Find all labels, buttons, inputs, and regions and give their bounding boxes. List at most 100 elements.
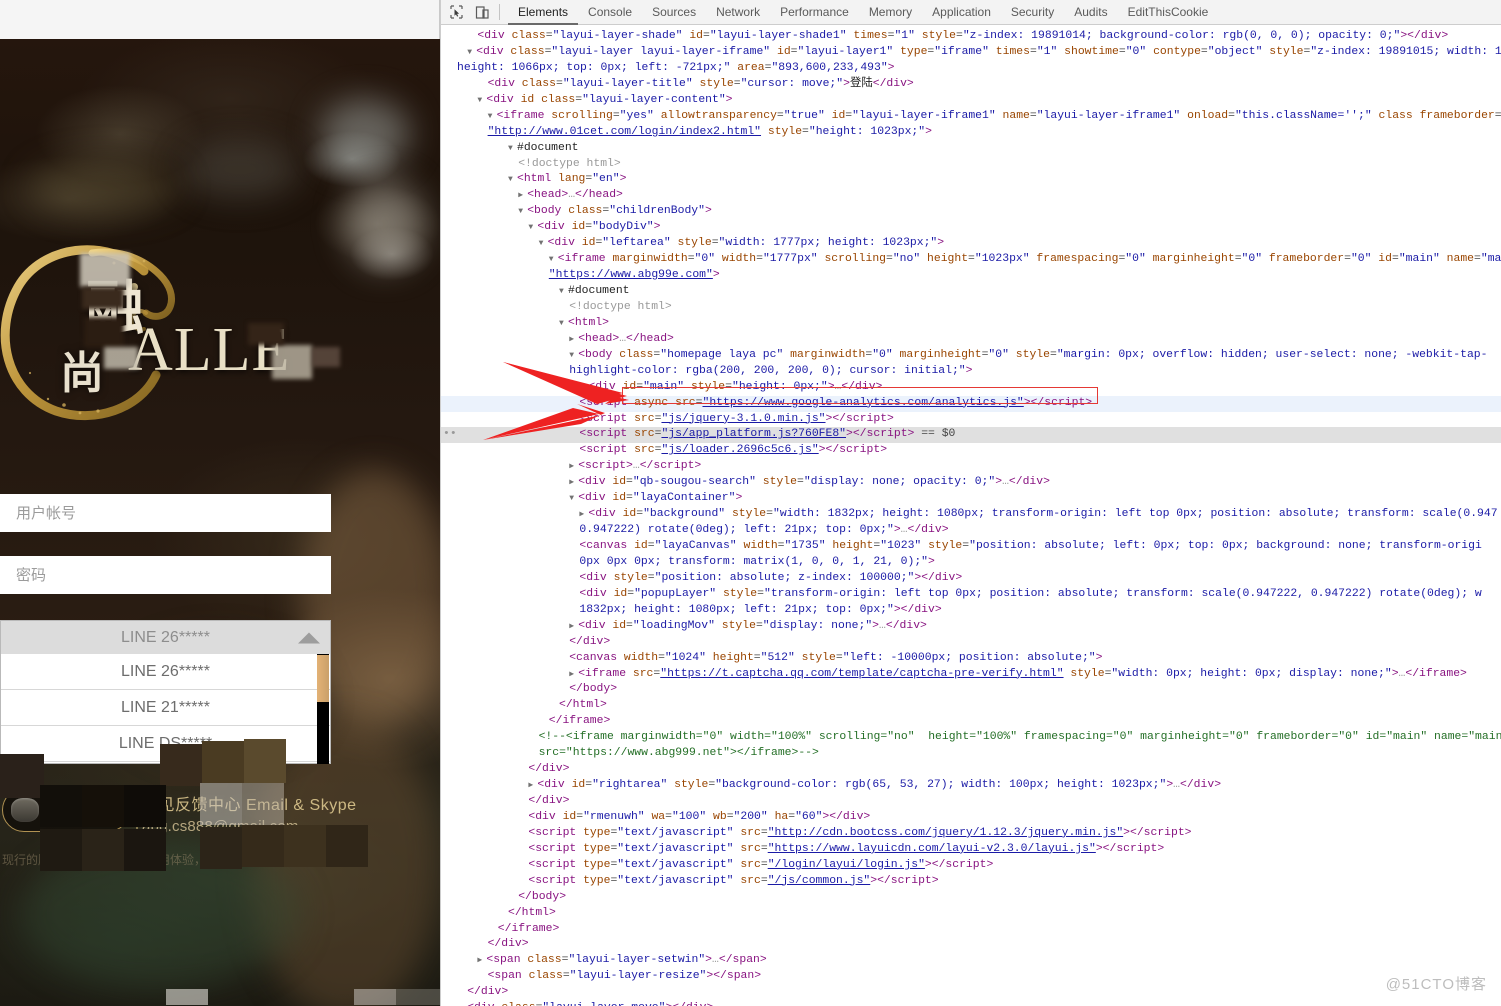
dom-tree-line[interactable]: </iframe> [441, 714, 1501, 730]
dom-tree-line[interactable]: ▶ <div id="loadingMov" style="display: no… [441, 619, 1501, 635]
chevron-down-icon[interactable]: ▼ [518, 204, 527, 220]
dom-tree-line[interactable]: <div class="layui-layer-shade" id="layui… [441, 29, 1501, 45]
dom-tree-line[interactable]: 1832px; height: 1080px; left: 21px; top:… [441, 603, 1501, 619]
dom-tree-line[interactable]: </html> [441, 698, 1501, 714]
dom-tree-line[interactable]: height: 1066px; top: 0px; left: -721px;"… [441, 61, 1501, 77]
dom-tree-line[interactable]: <script async src="https://www.google-an… [441, 395, 1501, 412]
tab-sources[interactable]: Sources [642, 0, 706, 25]
dom-tree-line[interactable]: <div id="popupLayer" style="transform-or… [441, 587, 1501, 603]
dom-tree-line[interactable]: </body> [441, 682, 1501, 698]
dom-tree-line[interactable]: </html> [441, 906, 1501, 922]
password-input[interactable] [0, 556, 331, 594]
tab-network[interactable]: Network [706, 0, 770, 25]
dom-tree-line[interactable]: <div class="layui-layer-title" style="cu… [441, 77, 1501, 93]
dom-tree-line[interactable]: ▼ #document [441, 284, 1501, 300]
chevron-down-icon[interactable]: ▼ [559, 316, 568, 332]
dom-tree-line[interactable]: ▼ <html> [441, 316, 1501, 332]
dom-tree-line[interactable]: ▼ <html lang="en"> [441, 172, 1501, 188]
login-page-pane: 融 尚 ALLE LINE 26***** [0, 0, 440, 1006]
dom-tree-line[interactable]: ▶ <span class="layui-layer-setwin">…</spa… [441, 953, 1501, 969]
dom-tree-line[interactable]: <canvas width="1024" height="512" style=… [441, 651, 1501, 667]
chevron-down-icon[interactable]: ▼ [508, 172, 517, 188]
dom-tree-line[interactable]: <script type="text/javascript" src="http… [441, 842, 1501, 858]
dom-tree-line[interactable]: "http://www.01cet.com/login/index2.html"… [441, 125, 1501, 141]
tab-application[interactable]: Application [922, 0, 1001, 25]
dom-tree-line[interactable]: src="https://www.abg999.net"></iframe>--… [441, 746, 1501, 762]
dom-tree-line[interactable]: ▼ <div id="bodyDiv"> [441, 220, 1501, 236]
dom-tree-line[interactable]: <script type="text/javascript" src="http… [441, 826, 1501, 842]
dom-tree-line[interactable]: <div class="layui-layer-move"></div> [441, 1001, 1501, 1006]
dom-tree-line[interactable]: ▼ <body class="homepage laya pc" marginwi… [441, 348, 1501, 364]
mosaic-block [160, 744, 202, 786]
dom-tree-line[interactable]: 0.947222) rotate(0deg); left: 21px; top:… [441, 523, 1501, 539]
dom-tree-line[interactable]: ▶ <div id="main" style="height: 0px;">…</… [441, 380, 1501, 396]
dom-tree-line[interactable]: <span class="layui-layer-resize"></span> [441, 969, 1501, 985]
dom-tree-line[interactable]: </div> [441, 985, 1501, 1001]
dom-tree-line[interactable]: </body> [441, 890, 1501, 906]
dom-tree-line[interactable]: ▶ <script>…</script> [441, 459, 1501, 475]
dom-tree-line[interactable]: highlight-color: rgba(200, 200, 200, 0);… [441, 364, 1501, 380]
dom-tree-line[interactable]: <div id="rmenuwh" wa="100" wb="200" ha="… [441, 810, 1501, 826]
elements-dom-tree[interactable]: <div class="layui-layer-shade" id="layui… [441, 25, 1501, 1006]
chevron-right-icon[interactable]: ▶ [569, 475, 578, 491]
dom-tree-line[interactable]: <script src="js/loader.2696c5c6.js"></sc… [441, 443, 1501, 459]
dom-tree-line[interactable]: •• <script src="js/app_platform.js?760FE8… [441, 427, 1501, 444]
chevron-down-icon[interactable]: ▼ [508, 141, 517, 157]
dom-tree-line[interactable]: ▶ <div id="qb-sougou-search" style="displ… [441, 475, 1501, 491]
dom-tree-line[interactable]: </div> [441, 635, 1501, 651]
list-item[interactable]: LINE 26***** [1, 654, 330, 690]
chevron-down-icon[interactable]: ▼ [539, 236, 548, 252]
tab-memory[interactable]: Memory [859, 0, 922, 25]
dom-tree-line[interactable]: "https://www.abg99e.com"> [441, 268, 1501, 284]
dom-tree-line[interactable]: ▼ <div id="leftarea" style="width: 1777px… [441, 236, 1501, 252]
dom-tree-line[interactable]: 0px 0px 0px; transform: matrix(1, 0, 0, … [441, 555, 1501, 571]
dom-tree-line[interactable]: ▼ #document [441, 141, 1501, 157]
dom-tree-line[interactable]: <!doctype html> [441, 300, 1501, 316]
line-select[interactable]: LINE 26***** [0, 620, 331, 654]
dom-tree-line[interactable]: ▼ <iframe scrolling="yes" allowtransparen… [441, 109, 1501, 125]
dom-tree-line[interactable]: ▶ <head>…</head> [441, 188, 1501, 204]
dom-tree-line[interactable]: ▶ <head>…</head> [441, 332, 1501, 348]
dom-tree-line[interactable]: <script type="text/javascript" src="/log… [441, 858, 1501, 874]
tab-performance[interactable]: Performance [770, 0, 859, 25]
chevron-right-icon[interactable]: ▶ [569, 459, 578, 475]
chevron-right-icon[interactable]: ▶ [518, 188, 527, 204]
cursor-select-icon[interactable] [445, 1, 467, 23]
dom-tree-line[interactable]: <script type="text/javascript" src="/js/… [441, 874, 1501, 890]
dom-tree-line[interactable]: ▼ <div class="layui-layer layui-layer-ifr… [441, 45, 1501, 61]
chevron-right-icon[interactable]: ▶ [569, 667, 578, 683]
chevron-down-icon[interactable]: ▼ [467, 45, 476, 61]
tab-editthiscookie[interactable]: EditThisCookie [1118, 0, 1219, 25]
dom-tree-line[interactable]: ▶ <div id="rightarea" style="background-c… [441, 778, 1501, 794]
dom-tree-line[interactable]: <script src="js/jquery-3.1.0.min.js"></s… [441, 412, 1501, 428]
dropdown-scrollbar-thumb[interactable] [317, 655, 329, 702]
dom-tree-line[interactable]: ▼ <iframe marginwidth="0" width="1777px" … [441, 252, 1501, 268]
dom-tree-line[interactable]: </iframe> [441, 922, 1501, 938]
chevron-down-icon[interactable]: ▼ [559, 284, 568, 300]
chevron-right-icon[interactable]: ▶ [569, 619, 578, 635]
dom-tree-line[interactable]: <div style="position: absolute; z-index:… [441, 571, 1501, 587]
device-toggle-icon[interactable] [471, 1, 493, 23]
tab-audits[interactable]: Audits [1064, 0, 1117, 25]
account-input[interactable] [0, 494, 331, 532]
dom-tree-line[interactable]: ▼ <div id class="layui-layer-content"> [441, 93, 1501, 109]
tab-security[interactable]: Security [1001, 0, 1064, 25]
dom-tree-line[interactable]: ▼ <body class="childrenBody"> [441, 204, 1501, 220]
chevron-down-icon[interactable]: ▼ [549, 252, 558, 268]
dom-tree-line[interactable]: ▶ <iframe src="https://t.captcha.qq.com/t… [441, 667, 1501, 683]
chevron-down-icon[interactable]: ▼ [569, 491, 578, 507]
chevron-right-icon[interactable]: ▶ [569, 332, 578, 348]
dom-tree-line[interactable]: </div> [441, 937, 1501, 953]
list-item[interactable]: LINE 21***** [1, 690, 330, 726]
tab-console[interactable]: Console [578, 0, 642, 25]
dom-tree-line[interactable]: </div> [441, 762, 1501, 778]
chevron-down-icon[interactable]: ▼ [569, 348, 578, 364]
dom-tree-line[interactable]: ▶ <div id="background" style="width: 1832… [441, 507, 1501, 523]
dom-tree-line[interactable]: <!doctype html> [441, 157, 1501, 173]
dom-tree-line[interactable]: </div> [441, 794, 1501, 810]
dom-tree-line[interactable]: <canvas id="layaCanvas" width="1735" hei… [441, 539, 1501, 555]
dom-tree-line[interactable]: <!--<iframe marginwidth="0" width="100%"… [441, 730, 1501, 746]
chevron-down-icon[interactable]: ▼ [488, 109, 497, 125]
dom-tree-line[interactable]: ▼ <div id="layaContainer"> [441, 491, 1501, 507]
tab-elements[interactable]: Elements [508, 0, 578, 25]
